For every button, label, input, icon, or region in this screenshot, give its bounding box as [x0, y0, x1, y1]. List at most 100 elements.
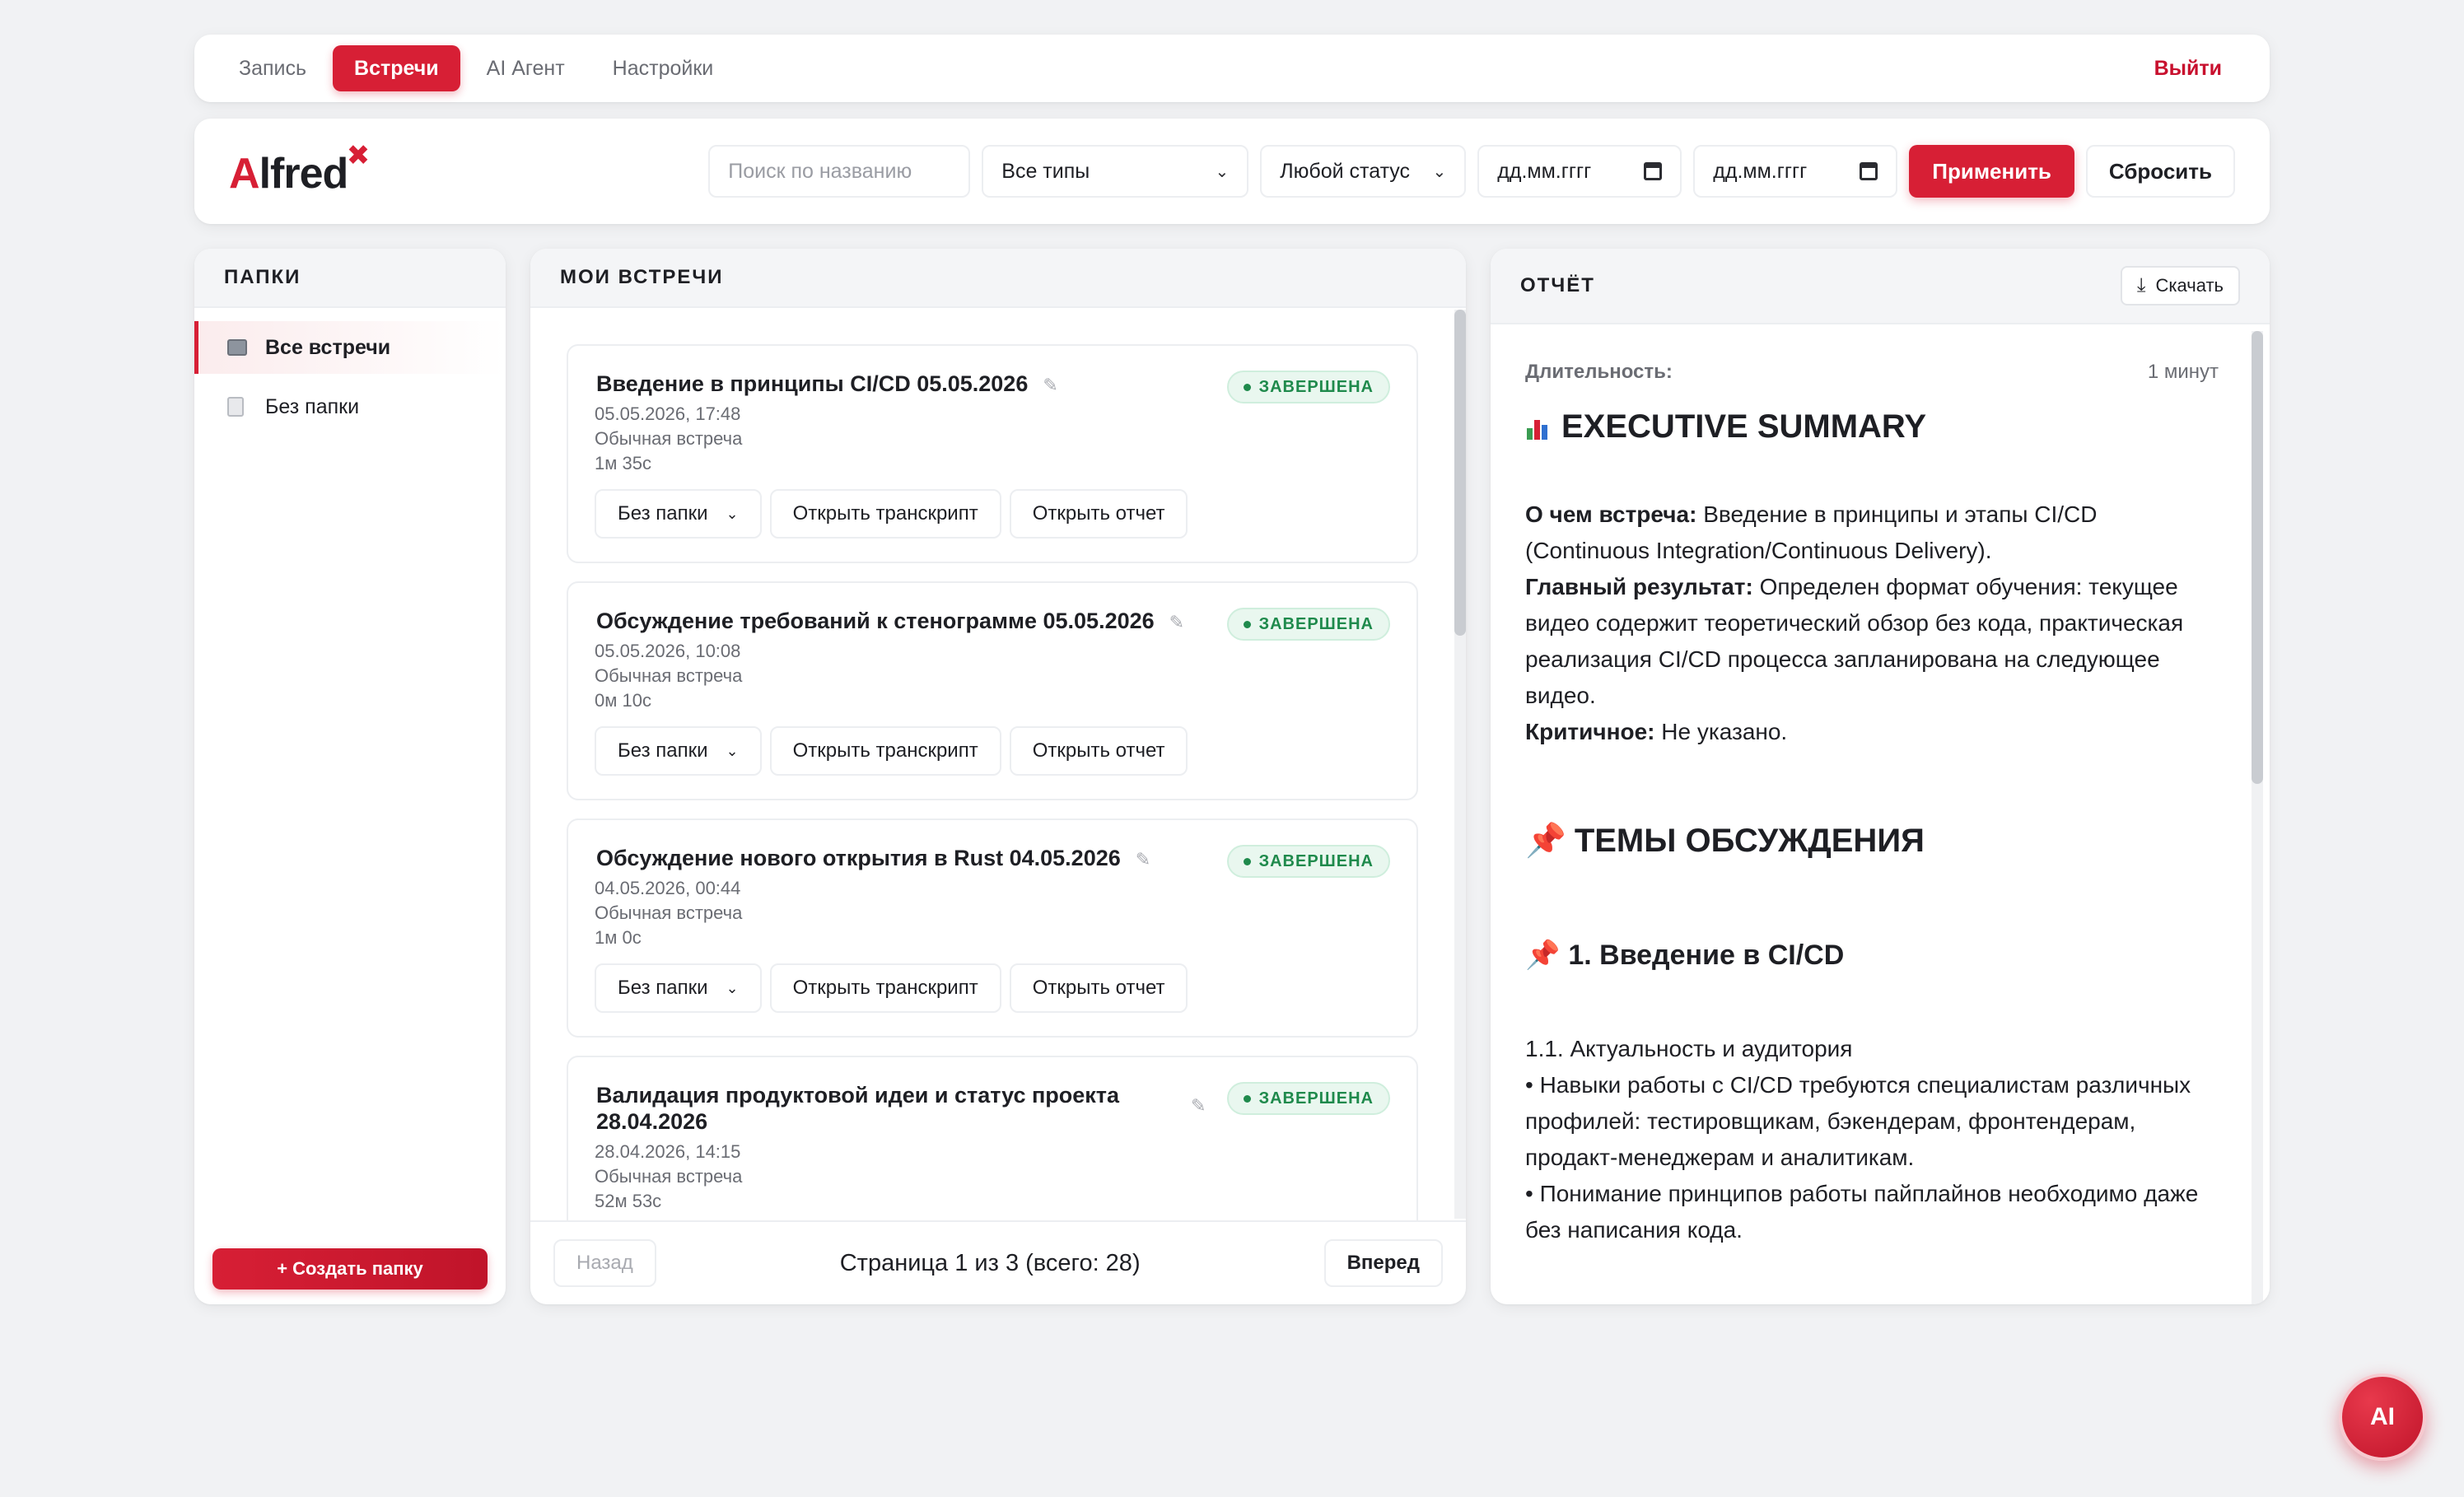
next-subtopic-partial: 1.2. П: [1525, 1298, 2219, 1304]
filter-bar: Alfred ✖ Поиск по названию Все типы ⌄ Люб…: [194, 119, 2270, 224]
open-report-button[interactable]: Открыть отчет: [1009, 489, 1188, 539]
status-label: ЗАВЕРШЕНА: [1258, 377, 1374, 396]
open-transcript-button[interactable]: Открыть транскрипт: [769, 963, 1001, 1013]
meeting-type: Обычная встреча: [595, 902, 743, 923]
status-select-value: Любой статус: [1280, 159, 1411, 183]
folder-select[interactable]: Без папки ⌄: [595, 963, 762, 1013]
folder-select-value: Без папки: [618, 977, 708, 999]
open-transcript-button[interactable]: Открыть транскрипт: [769, 726, 1001, 776]
type-select[interactable]: Все типы ⌄: [982, 145, 1249, 198]
meeting-title-row: Обсуждение нового открытия в Rust 04.05.…: [596, 845, 1150, 873]
summary-text: О чем встреча: Введение в принципы и эта…: [1525, 497, 2219, 750]
meeting-card[interactable]: Обсуждение требований к стенограмме 05.0…: [567, 581, 1418, 800]
edit-pencil-icon[interactable]: ✎: [1136, 849, 1150, 870]
prev-page-button[interactable]: Назад: [553, 1239, 656, 1287]
status-badge: ЗАВЕРШЕНА: [1226, 608, 1390, 641]
chart-emoji-icon: [1525, 415, 1550, 440]
meetings-panel: МОИ ВСТРЕЧИ Введение в принципы CI/CD 05…: [530, 249, 1466, 1304]
create-folder-button[interactable]: + Создать папку: [212, 1248, 488, 1289]
meeting-type: Обычная встреча: [595, 428, 743, 449]
page-info: Страница 1 из 3 (всего: 28): [839, 1249, 1141, 1276]
chevron-down-icon: ⌄: [1432, 162, 1447, 181]
meeting-datetime: 05.05.2026, 10:08: [595, 641, 741, 661]
date-from-input[interactable]: дд.мм.гггг: [1477, 145, 1682, 198]
meeting-duration: 0м 10с: [595, 690, 651, 711]
folder-select-value: Без папки: [618, 502, 708, 525]
chevron-down-icon: ⌄: [726, 979, 739, 996]
tab-meetings[interactable]: Встречи: [333, 45, 460, 91]
folders-panel: ПАПКИ Все встречи Без папки + Создать па…: [194, 249, 506, 1304]
status-badge: ЗАВЕРШЕНА: [1226, 845, 1390, 878]
open-transcript-button[interactable]: Открыть транскрипт: [769, 489, 1001, 539]
status-label: ЗАВЕРШЕНА: [1258, 851, 1374, 870]
folder-icon: [227, 339, 247, 356]
topic-heading: 📌 1. Введение в CI/CD: [1525, 939, 2219, 972]
search-input[interactable]: Поиск по названию: [708, 145, 971, 198]
status-dot-icon: [1243, 857, 1251, 865]
status-select[interactable]: Любой статус ⌄: [1260, 145, 1467, 198]
download-button[interactable]: ⤓ Скачать: [2120, 266, 2240, 305]
folder-select[interactable]: Без папки ⌄: [595, 726, 762, 776]
meetings-scrollbar-thumb[interactable]: [1454, 310, 1466, 636]
subtopic-heading: 1.1. Актуальность и аудитория: [1525, 1036, 1853, 1061]
folder-all-meetings[interactable]: Все встречи: [194, 321, 506, 374]
report-scrollbar-thumb[interactable]: [2252, 331, 2263, 784]
logo-first-letter: A: [229, 150, 260, 198]
pushpin-icon: 📌: [1525, 823, 1566, 859]
topic-heading-text: 1. Введение в CI/CD: [1568, 940, 1845, 971]
folders-heading: ПАПКИ: [194, 249, 506, 308]
edit-pencil-icon[interactable]: ✎: [1043, 375, 1057, 395]
logout-link[interactable]: Выйти: [2154, 57, 2222, 81]
edit-pencil-icon[interactable]: ✎: [1191, 1095, 1206, 1117]
chevron-down-icon: ⌄: [726, 505, 739, 522]
summary-heading-text: EXECUTIVE SUMMARY: [1561, 408, 1927, 445]
meeting-duration: 1м 0с: [595, 927, 642, 948]
chevron-down-icon: ⌄: [1215, 162, 1230, 181]
meeting-type: Обычная встреча: [595, 1166, 743, 1187]
topics-heading: 📌 ТЕМЫ ОБСУЖДЕНИЯ: [1525, 821, 2219, 860]
folder-label: Все встречи: [265, 335, 391, 359]
folder-select[interactable]: Без папки ⌄: [595, 489, 762, 539]
date-to-input[interactable]: дд.мм.гггг: [1693, 145, 1898, 198]
edit-pencil-icon[interactable]: ✎: [1169, 612, 1184, 632]
meetings-heading: МОИ ВСТРЕЧИ: [530, 249, 1466, 308]
open-report-button[interactable]: Открыть отчет: [1009, 963, 1188, 1013]
meetings-list: Введение в принципы CI/CD 05.05.2026 ✎ ЗА…: [530, 308, 1466, 1220]
topic-content: 1.1. Актуальность и аудитория • Навыки р…: [1525, 1031, 2219, 1304]
meeting-title-row: Валидация продуктовой идеи и статус прое…: [596, 1082, 1119, 1135]
logo-text: lfred: [259, 150, 349, 198]
meeting-card[interactable]: Введение в принципы CI/CD 05.05.2026 ✎ ЗА…: [567, 344, 1418, 563]
duration-value: 1 минут: [2147, 361, 2219, 383]
duration-row: Длительность: 1 минут: [1525, 361, 2219, 384]
status-dot-icon: [1243, 1094, 1251, 1103]
reset-button[interactable]: Сбросить: [2085, 145, 2235, 198]
meeting-card[interactable]: Валидация продуктовой идеи и статус прое…: [567, 1056, 1418, 1220]
status-label: ЗАВЕРШЕНА: [1258, 614, 1374, 633]
ai-assistant-button[interactable]: AI: [2339, 1373, 2426, 1461]
about-label: О чем встреча:: [1525, 501, 1697, 527]
critical-label: Критичное:: [1525, 719, 1655, 744]
logo-mark-icon: ✖: [346, 140, 370, 171]
meeting-card[interactable]: Обсуждение нового открытия в Rust 04.05.…: [567, 818, 1418, 1038]
folder-select-value: Без папки: [618, 739, 708, 762]
type-select-value: Все типы: [1001, 159, 1090, 183]
result-label: Главный результат:: [1525, 574, 1753, 599]
open-report-button[interactable]: Открыть отчет: [1009, 726, 1188, 776]
calendar-icon[interactable]: [1860, 162, 1878, 180]
meeting-title: Обсуждение требований к стенограмме 05.0…: [596, 609, 1155, 633]
calendar-icon[interactable]: [1644, 162, 1663, 180]
tab-settings[interactable]: Настройки: [591, 45, 735, 91]
duration-label: Длительность:: [1525, 361, 1673, 383]
brand-logo: Alfred ✖: [229, 140, 370, 198]
status-dot-icon: [1243, 383, 1251, 391]
tab-record[interactable]: Запись: [217, 45, 328, 91]
download-label: Скачать: [2155, 275, 2224, 296]
status-dot-icon: [1243, 620, 1251, 628]
folder-no-folder[interactable]: Без папки: [194, 380, 506, 433]
status-label: ЗАВЕРШЕНА: [1258, 1089, 1374, 1108]
next-page-button[interactable]: Вперед: [1323, 1239, 1443, 1287]
bullet-item: • Понимание принципов работы пайплайнов …: [1525, 1181, 2199, 1243]
meeting-title: Введение в принципы CI/CD 05.05.2026: [596, 371, 1029, 396]
tab-ai-agent[interactable]: AI Агент: [465, 45, 586, 91]
apply-button[interactable]: Применить: [1909, 145, 2074, 198]
